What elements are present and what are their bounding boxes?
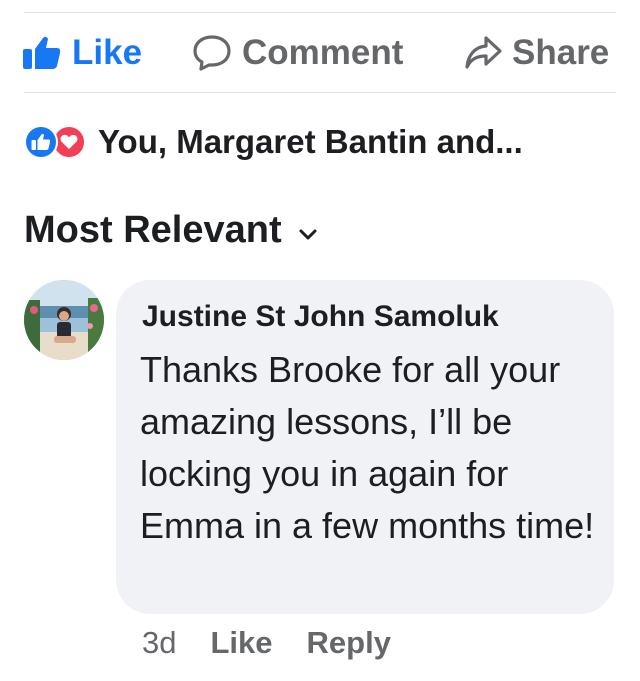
thumbs-up-icon [22,35,62,71]
comment-text: Thanks Brooke for all your amazing lesso… [140,349,595,546]
sort-label: Most Relevant [24,208,282,251]
thumbs-up-reaction-icon [24,125,58,159]
comment-bubble: Justine St John Samoluk Thanks Brooke fo… [116,280,614,614]
comment-reply-button[interactable]: Reply [307,625,391,661]
comment-sort-dropdown[interactable]: Most Relevant [24,200,318,260]
action-divider [24,92,616,93]
comment-author[interactable]: Justine St John Samoluk [142,300,499,334]
reactions-summary[interactable]: You, Margaret Bantin and... [24,114,523,170]
comment-button[interactable]: Comment [192,14,403,92]
comment-timestamp[interactable]: 3d [142,625,176,661]
share-button[interactable]: Share [464,14,609,92]
top-divider [24,12,616,13]
post-footer: Like Comment Share You, Margaret Bantin … [0,0,640,681]
reaction-icons [24,125,86,159]
share-icon [464,35,502,71]
avatar[interactable] [24,280,104,360]
comment-meta: 3d Like Reply [142,618,391,668]
like-label: Like [72,33,143,72]
comment-icon [192,34,232,72]
share-label: Share [512,33,610,72]
chevron-down-icon [298,209,318,252]
comment-label: Comment [242,33,404,72]
reactions-text: You, Margaret Bantin and... [98,123,523,160]
like-button[interactable]: Like [22,14,142,92]
action-bar: Like Comment Share [0,14,640,92]
comment-like-button[interactable]: Like [210,625,272,661]
